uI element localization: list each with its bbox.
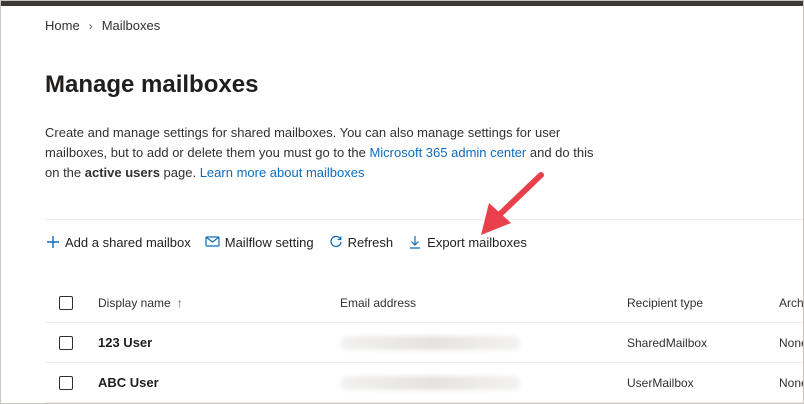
row-select-cell (59, 323, 73, 362)
redacted-email (340, 335, 520, 350)
header-archive[interactable]: Arch (779, 283, 803, 322)
table-row[interactable]: ABC User UserMailbox None (45, 363, 803, 403)
add-shared-mailbox-label: Add a shared mailbox (65, 234, 191, 250)
mailbox-table: Display name ↑ Email address Recipient t… (45, 283, 803, 403)
add-shared-mailbox-button[interactable]: Add a shared mailbox (45, 234, 191, 250)
breadcrumb-home[interactable]: Home (45, 18, 80, 33)
mail-settings-icon (205, 234, 221, 250)
row-archive: None (779, 335, 803, 350)
header-display-name-label: Display name (98, 295, 171, 310)
mailflow-setting-label: Mailflow setting (224, 234, 314, 250)
row-recipient-type: UserMailbox (627, 375, 694, 390)
chevron-right-icon: › (88, 18, 93, 33)
desc-text-3: page. (159, 165, 200, 180)
select-all-cell (59, 283, 73, 322)
row-recipient-type: SharedMailbox (627, 335, 708, 350)
learn-more-link[interactable]: Learn more about mailboxes (200, 165, 365, 180)
desc-active-users: active users (84, 165, 160, 180)
select-all-checkbox[interactable] (59, 295, 73, 310)
refresh-label: Refresh (347, 234, 394, 250)
row-archive: None (779, 375, 803, 390)
table-header-row: Display name ↑ Email address Recipient t… (45, 283, 803, 323)
header-email-address[interactable]: Email address (340, 283, 416, 322)
row-display-name[interactable]: 123 User (98, 323, 152, 362)
plus-icon (45, 234, 61, 250)
refresh-icon (328, 234, 344, 250)
table-row[interactable]: 123 User SharedMailbox None (45, 323, 803, 363)
app-frame: Home › Mailboxes Manage mailboxes Create… (0, 0, 804, 404)
row-email-address (340, 323, 520, 362)
top-bar (1, 1, 803, 6)
download-icon (407, 234, 423, 250)
breadcrumb-current: Mailboxes (101, 18, 161, 33)
redacted-email (340, 375, 520, 390)
row-checkbox[interactable] (59, 375, 73, 390)
page-title: Manage mailboxes (45, 71, 259, 98)
row-email-address (340, 363, 520, 402)
command-bar: Add a shared mailbox Mailflow setting Re… (45, 231, 541, 253)
header-display-name[interactable]: Display name ↑ (98, 283, 183, 322)
mailflow-setting-button[interactable]: Mailflow setting (205, 234, 314, 250)
sort-ascending-icon: ↑ (176, 295, 183, 310)
divider (45, 219, 803, 220)
breadcrumb: Home › Mailboxes (45, 18, 160, 33)
row-display-name[interactable]: ABC User (98, 363, 159, 402)
row-select-cell (59, 363, 73, 402)
row-checkbox[interactable] (59, 335, 73, 350)
annotation-arrow-icon (481, 172, 544, 235)
refresh-button[interactable]: Refresh (328, 234, 394, 250)
m365-admin-center-link[interactable]: Microsoft 365 admin center (369, 145, 526, 160)
header-recipient-type[interactable]: Recipient type (627, 283, 703, 322)
